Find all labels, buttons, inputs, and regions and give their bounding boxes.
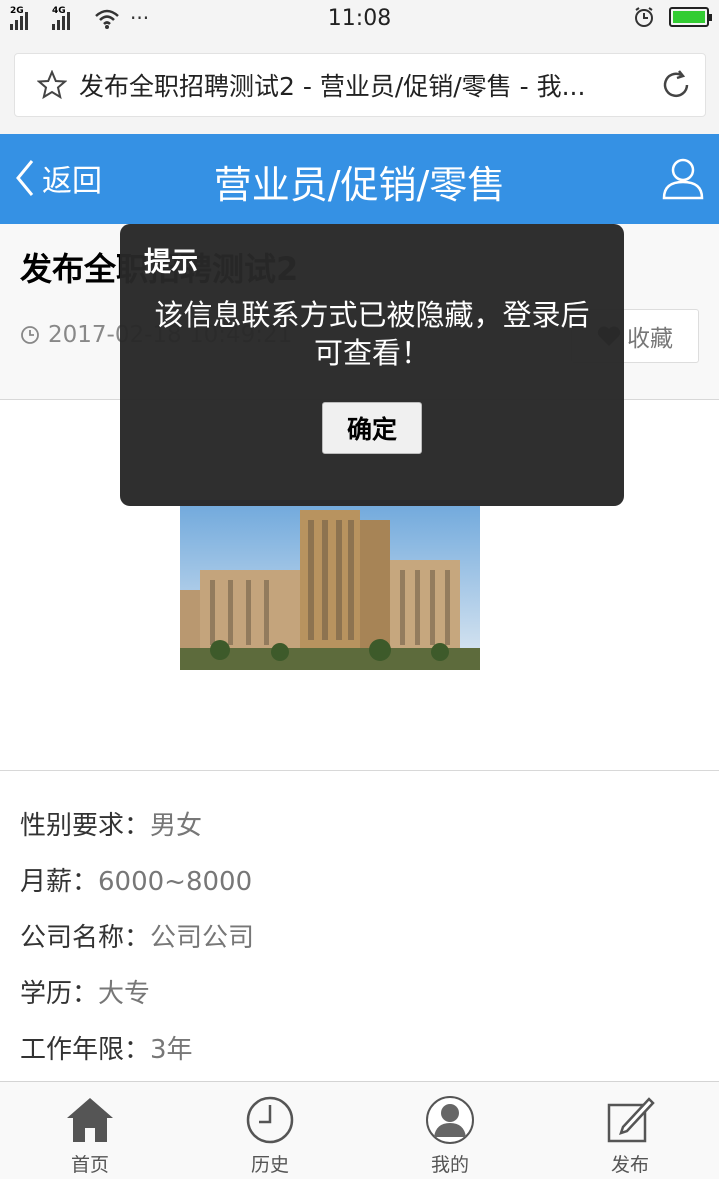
- detail-experience: 工作年限：3年: [20, 1035, 193, 1065]
- tab-publish[interactable]: 发布: [585, 1092, 675, 1177]
- reload-icon[interactable]: [659, 68, 693, 102]
- alarm-icon: [635, 7, 653, 27]
- tab-mine-label: 我的: [430, 1154, 469, 1176]
- address-bar[interactable]: 发布全职招聘测试2 - 营业员/促销/零售 - 我...: [14, 53, 706, 117]
- user-icon: [662, 158, 704, 200]
- star-icon[interactable]: [37, 70, 67, 100]
- detail-company: 公司名称：公司公司: [20, 923, 255, 953]
- bottom-tab-bar: 首页 历史 我的 发布: [0, 1081, 719, 1179]
- tab-home[interactable]: 首页: [45, 1092, 135, 1177]
- status-bar: 2G 4G ··· 11:08: [0, 0, 719, 40]
- battery-icon: [669, 7, 712, 27]
- home-icon: [67, 1098, 113, 1142]
- detail-education: 学历：大专: [20, 979, 151, 1009]
- tab-mine[interactable]: 我的: [405, 1092, 495, 1177]
- tab-home-label: 首页: [70, 1154, 109, 1176]
- building-photo[interactable]: [180, 500, 480, 670]
- clock-icon: [246, 1096, 294, 1144]
- dialog-title: 提示: [144, 247, 198, 278]
- dialog-message: 该信息联系方式已被隐藏，登录后可查看！: [154, 298, 590, 370]
- detail-gender: 性别要求：男女: [20, 811, 203, 841]
- tab-history[interactable]: 历史: [225, 1092, 315, 1177]
- confirm-button[interactable]: 确定: [322, 402, 422, 454]
- tab-publish-label: 发布: [610, 1154, 649, 1176]
- app-header: 返回 营业员/促销/零售: [0, 134, 719, 224]
- edit-icon: [607, 1097, 655, 1143]
- tab-history-label: 历史: [250, 1154, 289, 1176]
- favorite-label: 收藏: [627, 326, 673, 352]
- user-button[interactable]: [661, 156, 705, 204]
- clock-time: 11:08: [327, 6, 392, 31]
- clock-icon: [21, 326, 39, 344]
- building-image: [180, 500, 480, 670]
- profile-icon: [426, 1096, 474, 1144]
- page-title: 发布全职招聘测试2 - 营业员/促销/零售 - 我...: [79, 72, 586, 101]
- browser-toolbar: 发布全职招聘测试2 - 营业员/促销/零售 - 我...: [0, 40, 719, 134]
- detail-salary: 月薪：6000~8000: [20, 867, 253, 897]
- alert-dialog: 提示 该信息联系方式已被隐藏，登录后可查看！ 确定: [120, 224, 624, 506]
- divider: [0, 770, 719, 771]
- category-title: 营业员/促销/零售: [213, 163, 506, 207]
